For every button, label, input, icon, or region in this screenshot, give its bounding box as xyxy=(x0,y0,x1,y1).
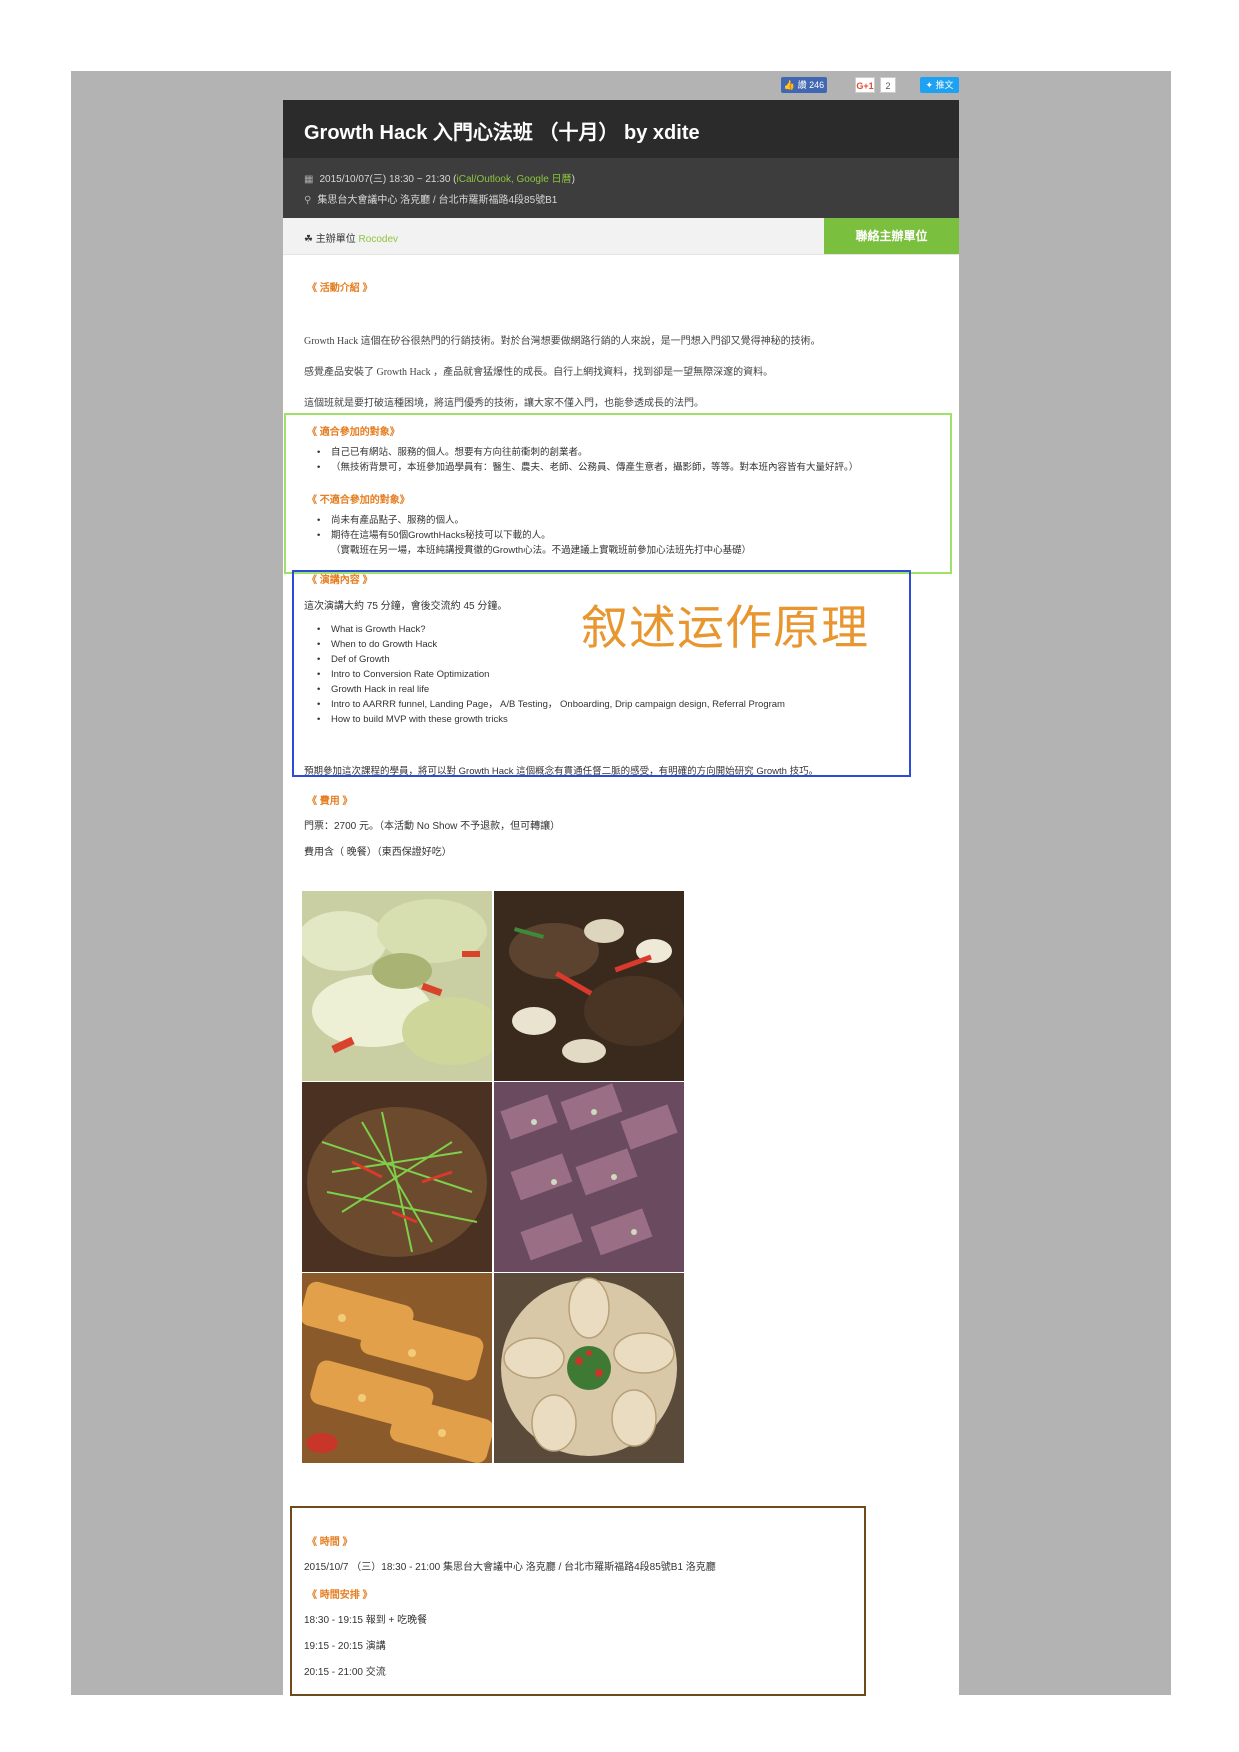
google-plus-button[interactable]: G+1 xyxy=(855,77,875,93)
food-photo xyxy=(494,891,684,1081)
food-photo-grid xyxy=(302,891,684,1463)
food-photo xyxy=(302,1082,492,1272)
event-datetime: ▦ 2015/10/07(三) 18:30 ~ 21:30 (iCal/Outlo… xyxy=(304,174,575,185)
calendar-link[interactable]: iCal/Outlook, Google 日曆 xyxy=(457,174,572,185)
fee-includes: 費用含（ 晚餐）（東西保證好吃） xyxy=(304,847,452,858)
contact-organizer-button[interactable]: 聯絡主辦單位 xyxy=(824,218,959,254)
sitemap-icon: ☘ xyxy=(304,234,313,245)
facebook-like-button[interactable]: 👍 讚 246 xyxy=(781,77,827,93)
highlight-box-audience xyxy=(284,413,952,574)
tweet-button[interactable]: ✦ 推文 xyxy=(920,77,959,93)
event-location: ⚲ 集思台大會議中心 洛克廳 / 台北市羅斯福路4段85號B1 xyxy=(304,195,558,206)
food-photo xyxy=(494,1082,684,1272)
food-photo xyxy=(494,1273,684,1463)
calendar-icon: ▦ xyxy=(304,174,314,185)
fee-heading: 《 費用 》 xyxy=(307,796,353,807)
organizer-bar: ☘ 主辦單位 Rocodev 聯絡主辦單位 xyxy=(283,218,959,255)
event-meta: ▦ 2015/10/07(三) 18:30 ~ 21:30 (iCal/Outlo… xyxy=(283,158,959,218)
intro-paragraph: 感覺產品安裝了 Growth Hack ，產品就會猛爆性的成長。自行上網找資料，… xyxy=(304,367,774,378)
annotation-label: 叙述运作原理 xyxy=(581,601,869,654)
page-title: Growth Hack 入門心法班 （十月） by xdite xyxy=(304,122,700,144)
organizer-label: ☘ 主辦單位 Rocodev xyxy=(304,234,398,245)
event-header: Growth Hack 入門心法班 （十月） by xdite xyxy=(283,100,959,158)
fee-ticket: 門票：2700 元。（本活動 No Show 不予退款，但可轉讓） xyxy=(304,821,561,832)
google-plus-count: 2 xyxy=(880,77,896,93)
twitter-bird-icon: ✦ xyxy=(925,80,933,90)
highlight-box-schedule xyxy=(290,1506,866,1696)
food-photo xyxy=(302,1273,492,1463)
food-photo xyxy=(302,891,492,1081)
intro-paragraph: Growth Hack 這個在矽谷很熱門的行銷技術。對於台灣想要做網路行銷的人來… xyxy=(304,336,821,347)
intro-heading: 《 活動介紹 》 xyxy=(307,283,373,294)
map-pin-icon: ⚲ xyxy=(304,195,312,206)
intro-paragraph: 這個班就是要打破這種困境，將這門優秀的技術，讓大家不僅入門，也能參透成長的法門。 xyxy=(304,398,704,409)
organizer-link[interactable]: Rocodev xyxy=(359,234,398,245)
like-count: 讚 246 xyxy=(797,80,825,90)
thumbs-up-icon: 👍 xyxy=(783,80,796,90)
